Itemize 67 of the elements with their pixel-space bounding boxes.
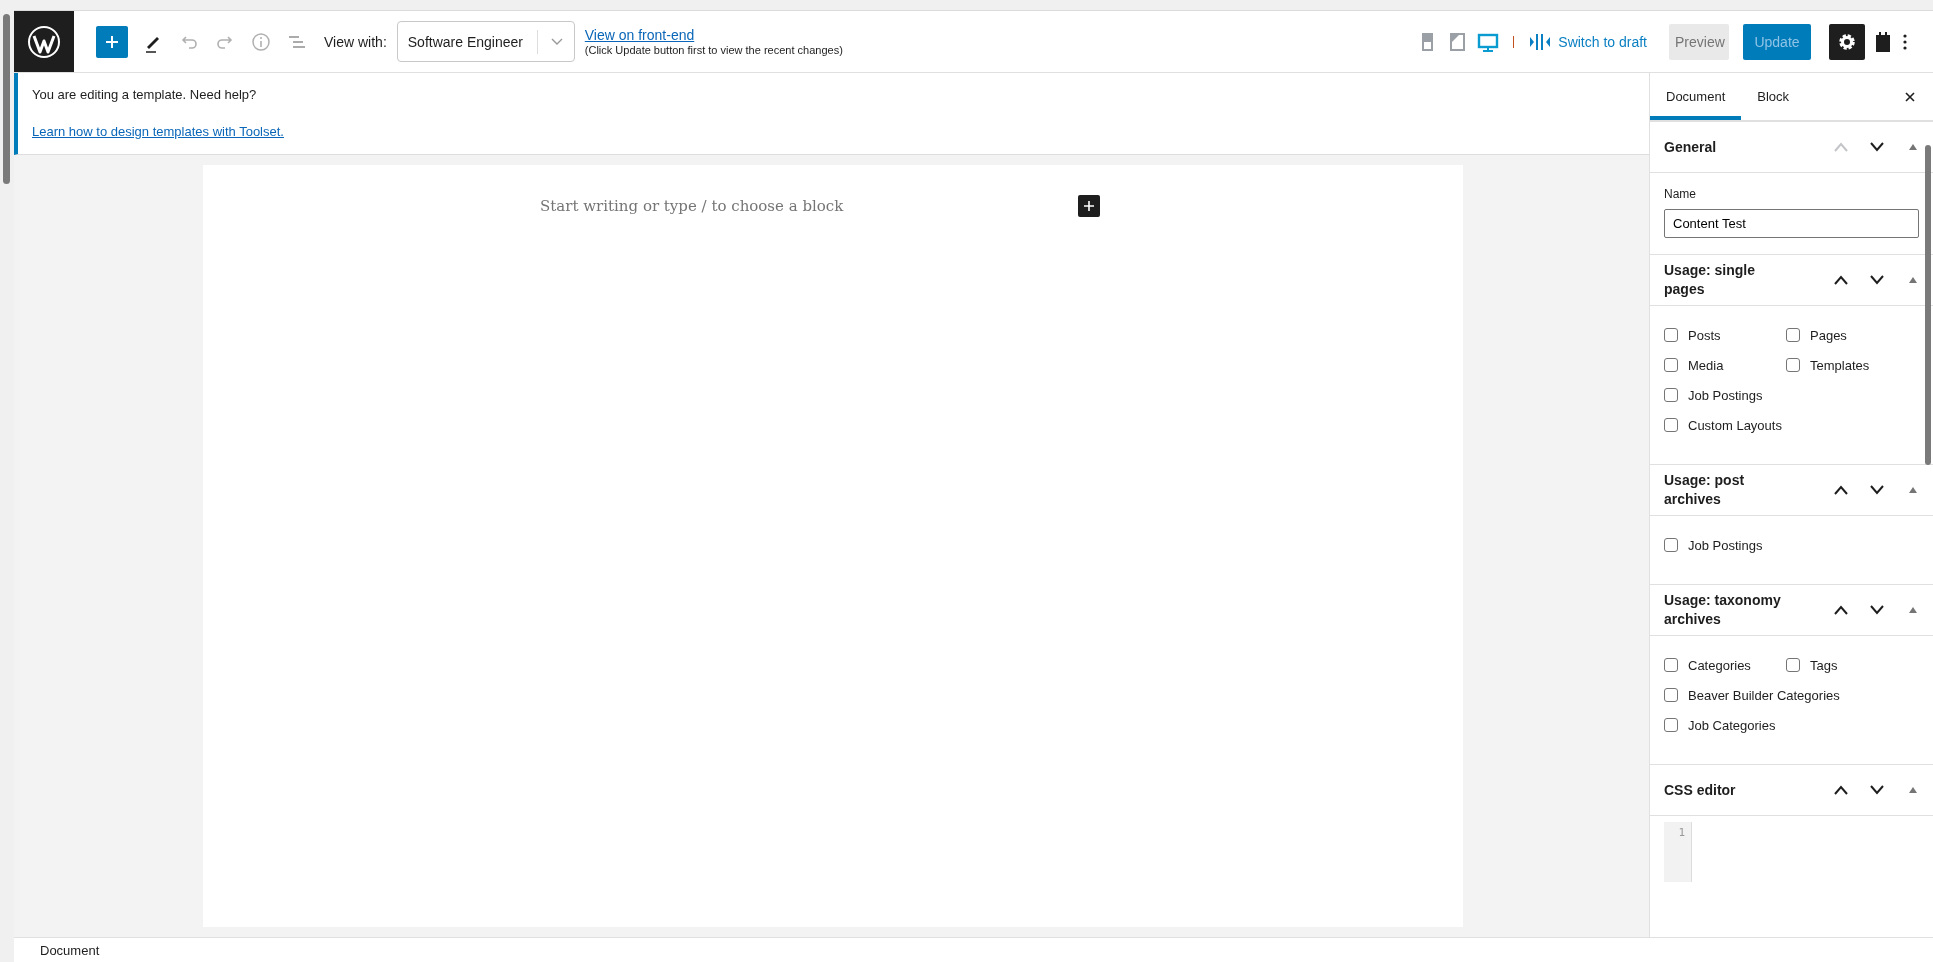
move-down-icon[interactable] xyxy=(1869,274,1885,286)
move-up-icon[interactable] xyxy=(1833,784,1849,796)
checkbox[interactable] xyxy=(1664,388,1678,402)
move-down-icon[interactable] xyxy=(1869,484,1885,496)
front-end-note: (Click Update button first to view the recent changes) xyxy=(584,44,843,56)
sidebar-tab[interactable]: Block xyxy=(1741,73,1806,120)
move-up-icon[interactable] xyxy=(1833,604,1849,616)
preview-button[interactable]: Preview xyxy=(1669,23,1729,60)
checkbox-label: Job Postings xyxy=(1688,387,1763,403)
panel-title[interactable]: Usage: single pages xyxy=(1664,261,1794,299)
panel-title[interactable]: Usage: post archives xyxy=(1664,471,1794,509)
panel-title[interactable]: General xyxy=(1664,137,1794,157)
checkbox[interactable] xyxy=(1664,418,1678,432)
move-down-icon[interactable] xyxy=(1869,784,1885,796)
help-link[interactable]: Learn how to design templates with Toolset. xyxy=(32,124,284,139)
checkbox-label: Beaver Builder Categories xyxy=(1688,687,1840,703)
checkbox[interactable] xyxy=(1664,358,1678,372)
move-down-icon[interactable] xyxy=(1869,604,1885,616)
checkbox-label: Pages xyxy=(1810,327,1847,343)
checkbox[interactable] xyxy=(1786,658,1800,672)
field-label: Name xyxy=(1664,187,1697,201)
checkbox[interactable] xyxy=(1786,328,1800,342)
wordpress-logo[interactable] xyxy=(14,11,74,72)
move-up-icon[interactable] xyxy=(1833,274,1849,286)
plus-icon xyxy=(104,33,120,50)
plus-icon xyxy=(1083,200,1095,212)
panel-title[interactable]: Usage: taxonomy archives xyxy=(1664,591,1794,629)
block-placeholder[interactable]: Start writing or type / to choose a block xyxy=(540,197,844,215)
view-front-end-link[interactable]: View on front-end xyxy=(584,27,843,43)
view-with-select[interactable]: Software Engineer xyxy=(396,21,575,62)
scrollbar-thumb[interactable] xyxy=(1925,145,1931,465)
settings-button[interactable] xyxy=(1829,23,1865,60)
move-up-icon[interactable] xyxy=(1833,484,1849,496)
checkbox-label: Categories xyxy=(1688,657,1751,673)
plugin-icon[interactable] xyxy=(1873,29,1893,54)
name-input-field[interactable]: Content Test xyxy=(1664,209,1919,238)
gear-icon xyxy=(1837,31,1857,52)
checkbox[interactable] xyxy=(1786,358,1800,372)
switch-to-draft-link[interactable]: Switch to draft xyxy=(1528,30,1647,53)
checkbox-label: Custom Layouts xyxy=(1688,417,1782,433)
collapse-icon[interactable] xyxy=(1909,144,1917,150)
checkbox[interactable] xyxy=(1664,718,1678,732)
collapse-icon[interactable] xyxy=(1909,487,1917,493)
move-down-icon[interactable] xyxy=(1869,141,1885,153)
checkbox-label: Templates xyxy=(1810,357,1870,373)
line-number: 1 xyxy=(1678,826,1685,839)
collapse-icon[interactable] xyxy=(1909,277,1917,283)
checkbox-label: Job Categories xyxy=(1688,717,1776,733)
breadcrumb-item[interactable]: Document xyxy=(40,942,100,958)
add-block-button[interactable] xyxy=(1078,195,1100,217)
checkbox[interactable] xyxy=(1664,688,1678,702)
checkbox[interactable] xyxy=(1664,328,1678,342)
checkbox-label: Posts xyxy=(1688,327,1721,343)
view-with-label: View with: xyxy=(324,33,387,50)
sidebar-tab[interactable]: Document xyxy=(1650,73,1742,120)
chevron-down-icon xyxy=(549,36,564,47)
checkbox-label: Job Postings xyxy=(1688,537,1763,553)
checkbox[interactable] xyxy=(1664,658,1678,672)
collapse-icon[interactable] xyxy=(1909,787,1917,793)
notice-text: You are editing a template. Need help? xyxy=(32,87,258,102)
checkbox[interactable] xyxy=(1664,538,1678,552)
checkbox-label: Media xyxy=(1688,357,1724,373)
collapse-icon[interactable] xyxy=(1909,607,1917,613)
close-icon[interactable] xyxy=(1903,89,1917,104)
panel-title[interactable]: CSS editor xyxy=(1664,780,1794,800)
scrollbar-thumb[interactable] xyxy=(3,14,10,184)
checkbox-label: Tags xyxy=(1810,657,1838,673)
